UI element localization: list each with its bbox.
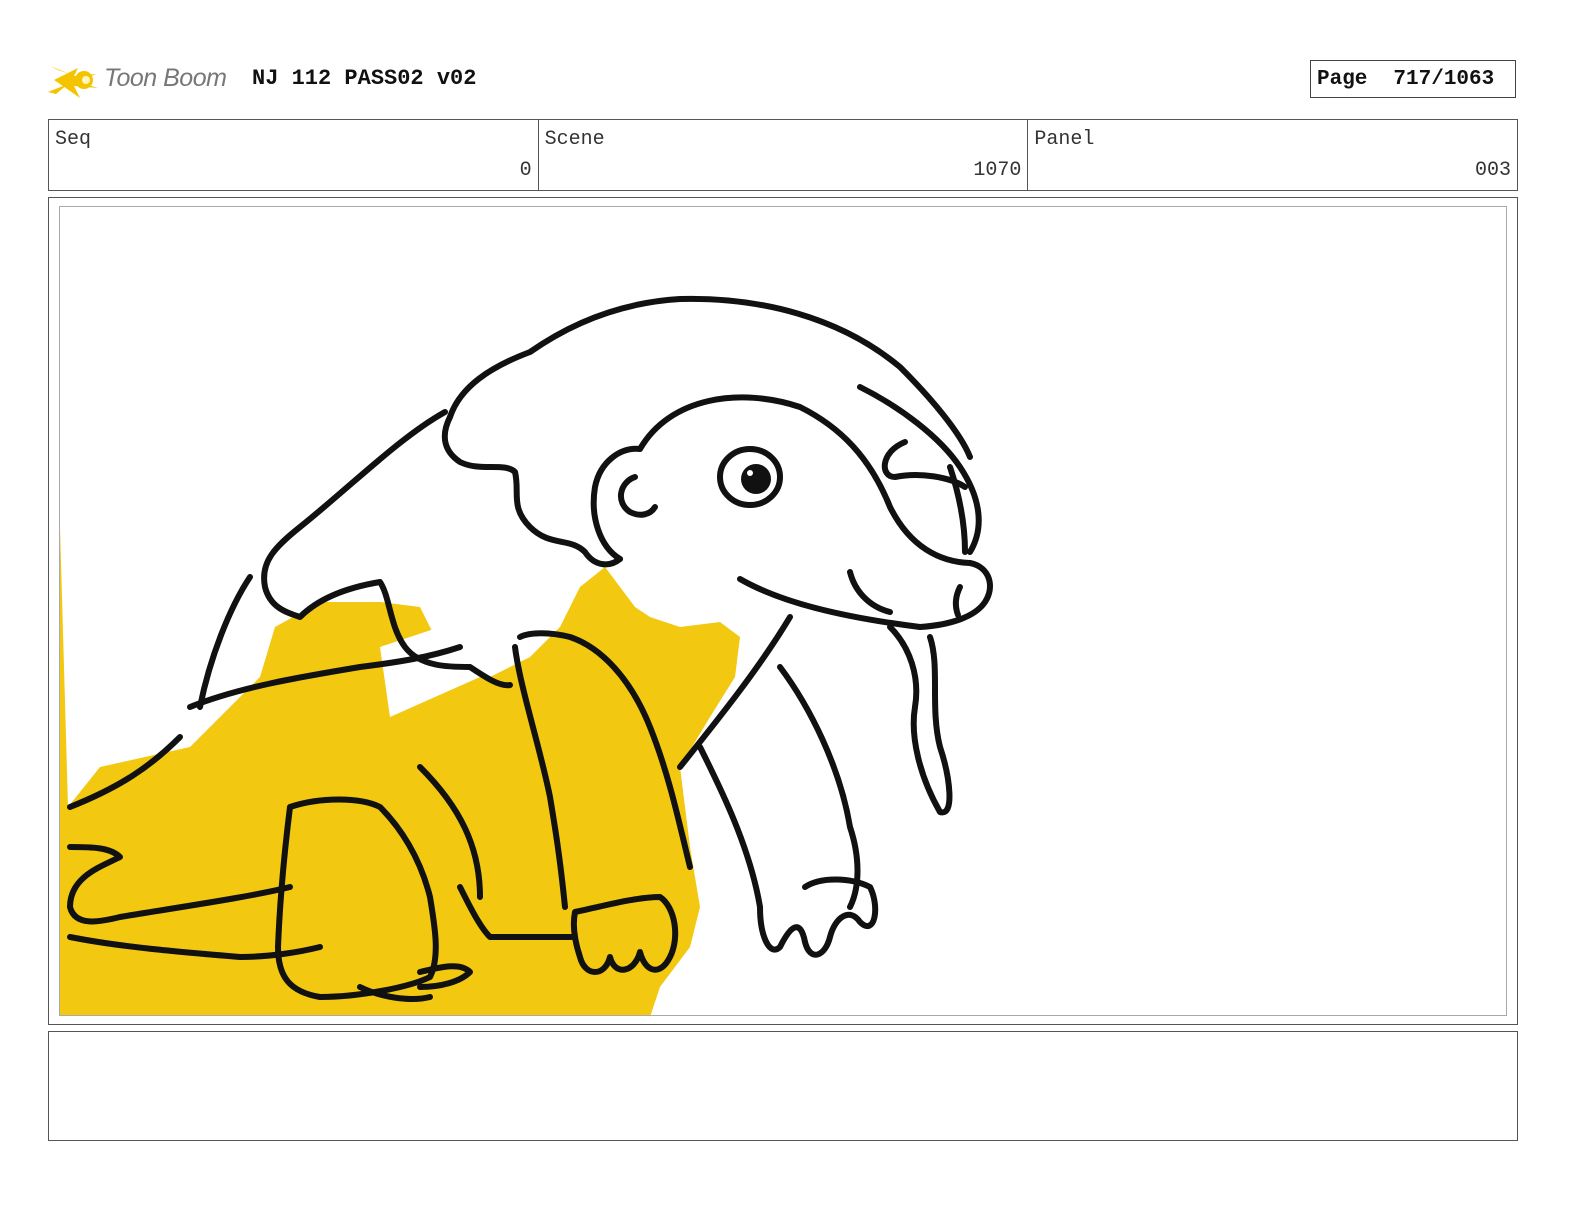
shot-info-row: Seq 0 Scene 1070 Panel 003 [48, 119, 1518, 191]
toon-boom-star-icon [48, 66, 98, 98]
eye-highlight [747, 470, 753, 476]
page-indicator: Page 717/1063 [1310, 60, 1516, 98]
scene-label: Scene [544, 128, 605, 151]
toon-boom-logo: Toon Boom [48, 52, 238, 108]
panel-value: 003 [1475, 159, 1512, 182]
page-label: Page [1317, 67, 1368, 91]
panel-label: Panel [1034, 128, 1095, 151]
character-sketch [60, 295, 993, 1015]
seq-value: 0 [519, 159, 532, 182]
storyboard-panel-frame [48, 197, 1518, 1025]
yellow-fill-layer [60, 527, 740, 1015]
panel-cell: Panel 003 [1028, 120, 1517, 190]
seq-cell: Seq 0 [49, 120, 539, 190]
scene-cell: Scene 1070 [539, 120, 1029, 190]
project-title: NJ 112 PASS02 v02 [252, 66, 477, 91]
logo-text: Toon Boom [104, 64, 227, 92]
panel-drawing-area [59, 206, 1507, 1016]
pupil [741, 464, 771, 494]
panel-notes-box[interactable] [48, 1031, 1518, 1141]
seq-label: Seq [55, 128, 92, 151]
page-number: 717/1063 [1393, 67, 1495, 91]
scene-value: 1070 [973, 159, 1022, 182]
